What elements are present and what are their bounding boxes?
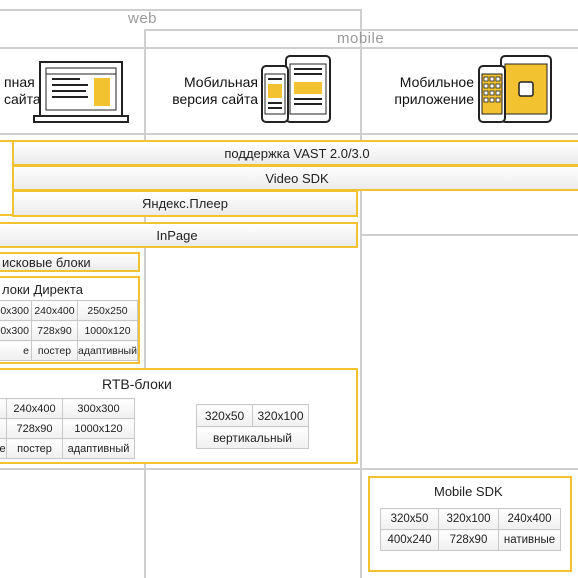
table-cell: постер xyxy=(30,340,79,361)
table-cell: 250x250 xyxy=(77,300,138,321)
table-cell: 320x100 xyxy=(438,508,499,530)
phone-tablet-site-icon xyxy=(260,54,334,126)
table-cell: 320x50 xyxy=(380,508,439,530)
right-column-line xyxy=(360,234,578,236)
table-cell: 0x300 xyxy=(0,300,32,321)
table-row: 320x50 320x100 240x400 xyxy=(380,508,561,530)
mobile-sdk-title: Mobile SDK xyxy=(434,484,503,499)
platform-row-bottom-line xyxy=(0,133,578,135)
table-cell: 1000x120 xyxy=(77,320,138,341)
column-divider-1 xyxy=(144,29,146,578)
vast-support-bar: поддержка VAST 2.0/3.0 xyxy=(12,140,578,166)
phone-tablet-app-icon xyxy=(477,54,555,126)
table-cell: 400x240 xyxy=(380,529,439,551)
table-cell: 728x90 xyxy=(6,418,63,439)
direct-blocks-table: 0x300 240x400 250x250 0x300 728x90 1000x… xyxy=(0,300,138,361)
table-cell: 240x400 xyxy=(6,398,63,419)
table-cell: 240x400 xyxy=(30,300,79,321)
table-row: 320x50 320x100 xyxy=(196,404,309,427)
table-row: 0x300 728x90 1000x120 xyxy=(0,320,138,341)
table-row: 400x240 728x90 нативные xyxy=(380,529,561,551)
table-cell: 320x100 xyxy=(252,404,309,427)
video-sdk-bar: Video SDK xyxy=(12,165,578,191)
table-cell: постер xyxy=(6,438,63,459)
direct-blocks-title: локи Директа xyxy=(2,282,83,297)
web-header-line xyxy=(0,9,362,11)
platform-row-top-line xyxy=(0,47,578,49)
table-row: е постер адаптивный xyxy=(0,340,138,361)
yandex-player-bar: Яндекс.Плеер xyxy=(12,190,358,217)
table-cell: 0x300 xyxy=(0,320,32,341)
rtb-desktop-table: 240x400 300x300 728x90 1000x120 е постер… xyxy=(0,398,135,459)
table-row: 0x300 240x400 250x250 xyxy=(0,300,138,321)
inpage-bar: InPage xyxy=(0,222,358,248)
web-header: web xyxy=(128,10,158,27)
rtb-blocks-title: RTB-блоки xyxy=(102,376,172,392)
table-cell: 240x400 xyxy=(498,508,561,530)
table-cell: 728x90 xyxy=(30,320,79,341)
table-cell: е xyxy=(0,340,32,361)
table-cell: 1000x120 xyxy=(62,418,135,439)
table-row: 240x400 300x300 xyxy=(0,398,135,419)
table-cell: 728x90 xyxy=(438,529,499,551)
table-cell: адаптивный xyxy=(77,340,138,361)
mobile-sdk-table: 320x50 320x100 240x400 400x240 728x90 на… xyxy=(380,508,561,551)
web-header-right-edge xyxy=(360,9,362,29)
direct-blocks-card: локи Директа 0x300 240x400 250x250 0x300… xyxy=(0,276,140,364)
table-cell: 320x50 xyxy=(196,404,253,427)
table-cell: нативные xyxy=(498,529,561,551)
table-cell: адаптивный xyxy=(62,438,135,459)
bottom-row-line xyxy=(0,468,578,470)
rtb-blocks-card: RTB-блоки 240x400 300x300 728x90 1000x12… xyxy=(0,368,358,464)
table-cell: вертикальный xyxy=(196,426,309,449)
laptop-icon xyxy=(32,60,130,124)
mobile-app-label: Мобильное приложение xyxy=(394,74,474,107)
mobile-site-label: Мобильная версия сайта xyxy=(172,74,258,107)
rtb-mobile-table: 320x50 320x100 вертикальный xyxy=(196,404,309,449)
table-row: 728x90 1000x120 xyxy=(0,418,135,439)
column-divider-2 xyxy=(360,29,362,578)
table-row: е постер адаптивный xyxy=(0,438,135,459)
mobile-sdk-card: Mobile SDK 320x50 320x100 240x400 400x24… xyxy=(368,476,572,572)
table-cell: 300x300 xyxy=(62,398,135,419)
search-blocks-bar: исковые блоки xyxy=(0,252,140,272)
mobile-header: mobile xyxy=(337,30,385,47)
table-row: вертикальный xyxy=(196,426,309,449)
